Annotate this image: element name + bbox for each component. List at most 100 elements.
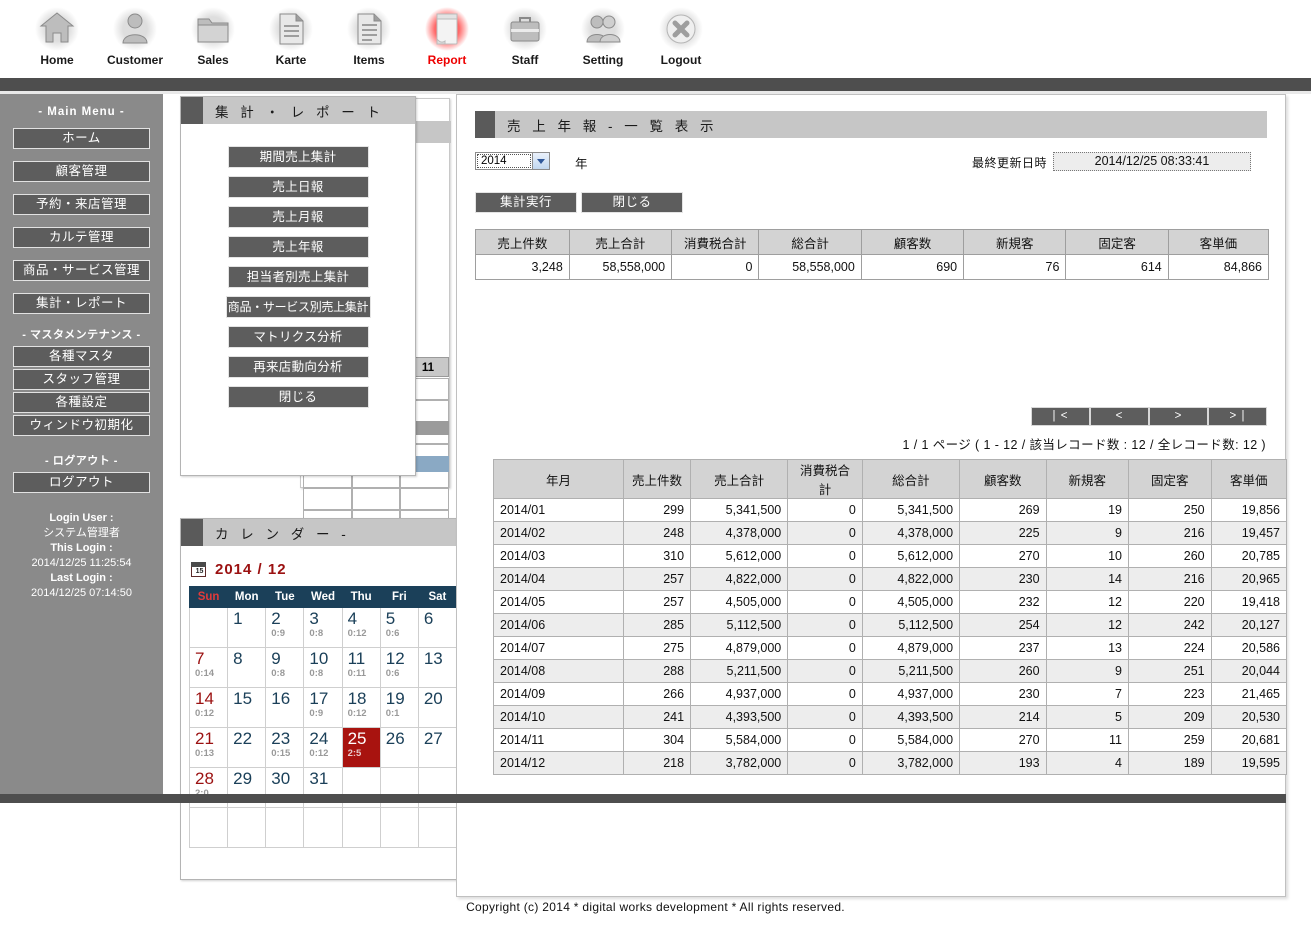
calendar-day-number: 18	[347, 689, 367, 708]
calendar-day-cell[interactable]: 16	[265, 687, 305, 728]
nav-item-sales[interactable]: Sales	[174, 0, 252, 67]
table-row[interactable]: 2014/09 266 4,937,000 0 4,937,000 230 7 223 21,4…	[493, 682, 1288, 706]
page-first-button[interactable]: | <	[1031, 407, 1090, 426]
calendar-day-cell[interactable]: 12 0:6	[379, 647, 419, 688]
report-menu-button-5[interactable]: 担当者別売上集計	[227, 266, 369, 288]
sidebar-item-3[interactable]: 予約・来店管理	[13, 194, 150, 215]
calendar-day-cell[interactable]: 23 0:15	[265, 727, 305, 768]
table-row[interactable]: 2014/06 285 5,112,500 0 5,112,500 254 12 242 20,…	[493, 613, 1288, 637]
calendar-day-cell[interactable]: 2 0:9	[265, 607, 305, 648]
calendar-day-cell[interactable]: 21 0:13	[188, 727, 229, 768]
detail-cell: 20,965	[1210, 567, 1288, 591]
calendar-toolbar: 2014 / 12	[189, 556, 469, 582]
nav-item-karte[interactable]: Karte	[252, 0, 330, 67]
table-row[interactable]: 2014/10 241 4,393,500 0 4,393,500 214 5 209 20,5…	[493, 705, 1288, 729]
detail-cell: 0	[787, 590, 863, 614]
calendar-day-cell[interactable]: 1	[227, 607, 267, 648]
calendar-day-cell[interactable]: 25 2:5	[341, 727, 381, 768]
nav-item-customer[interactable]: Customer	[96, 0, 174, 67]
calendar-day-cell[interactable]: 24 0:12	[303, 727, 343, 768]
page-next-button[interactable]: >	[1149, 407, 1208, 426]
sidebar-master-item-1[interactable]: 各種マスタ	[13, 346, 150, 367]
detail-cell: 251	[1127, 659, 1212, 683]
nav-item-home[interactable]: Home	[18, 0, 96, 67]
table-row[interactable]: 2014/11 304 5,584,000 0 5,584,000 270 11 259 20,…	[493, 728, 1288, 752]
calendar-day-cell[interactable]	[303, 807, 343, 848]
nav-item-items[interactable]: Items	[330, 0, 408, 67]
sidebar-master-item-2[interactable]: スタッフ管理	[13, 369, 150, 390]
calendar-day-cell[interactable]: 18 0:12	[341, 687, 381, 728]
table-row[interactable]: 2014/03 310 5,612,000 0 5,612,000 270 10 260 20,…	[493, 544, 1288, 568]
calendar-day-cell[interactable]: 20	[417, 687, 458, 728]
table-row[interactable]: 2014/05 257 4,505,000 0 4,505,000 232 12 220 19,…	[493, 590, 1288, 614]
calendar-day-number: 17	[309, 689, 329, 708]
calendar-day-cell[interactable]	[379, 807, 419, 848]
sidebar-item-5[interactable]: 商品・サービス管理	[13, 260, 150, 281]
sidebar-item-6[interactable]: 集計・レポート	[13, 293, 150, 314]
calendar-day-cell[interactable]: 6	[417, 607, 458, 648]
calendar-day-cell[interactable]: 14 0:12	[188, 687, 229, 728]
calendar-day-cell[interactable]	[341, 807, 381, 848]
table-row[interactable]: 2014/08 288 5,211,500 0 5,211,500 260 9 251 20,0…	[493, 659, 1288, 683]
detail-cell: 250	[1127, 498, 1212, 522]
calendar-day-cell[interactable]: 7 0:14	[188, 647, 229, 688]
year-select[interactable]: 2014	[475, 152, 550, 170]
calendar-day-cell[interactable]	[265, 807, 305, 848]
calendar-day-cell[interactable]: 8	[227, 647, 267, 688]
calendar-day-cell[interactable]: 13	[417, 647, 458, 688]
calendar-day-cell[interactable]: 17 0:9	[303, 687, 343, 728]
run-aggregation-button[interactable]: 集計実行	[475, 192, 577, 213]
calendar-day-cell[interactable]: 15	[227, 687, 267, 728]
calendar-day-cell[interactable]: 9 0:8	[265, 647, 305, 688]
report-menu-button-6[interactable]: 商品・サービス別売上集計	[225, 296, 371, 318]
table-row[interactable]: 2014/02 248 4,378,000 0 4,378,000 225 9 216 19,4…	[493, 521, 1288, 545]
detail-header-1: 年月	[493, 459, 624, 499]
calendar-day-cell[interactable]: 22	[227, 727, 267, 768]
report-menu-button-7[interactable]: マトリクス分析	[227, 326, 369, 348]
calendar-day-cell[interactable]: 27	[417, 727, 458, 768]
report-scroll-icon	[424, 6, 470, 52]
table-row[interactable]: 2014/12 218 3,782,000 0 3,782,000 193 4 189 19,5…	[493, 751, 1288, 775]
calendar-day-cell[interactable]: 26	[379, 727, 419, 768]
calendar-day-cell[interactable]: 10 0:8	[303, 647, 343, 688]
close-report-button[interactable]: 閉じる	[581, 192, 683, 213]
table-row[interactable]: 2014/07 275 4,879,000 0 4,879,000 237 13 224 20,…	[493, 636, 1288, 660]
report-menu-button-3[interactable]: 売上月報	[227, 206, 369, 228]
table-row[interactable]: 2014/01 299 5,341,500 0 5,341,500 269 19 250 19,…	[493, 498, 1288, 522]
page-prev-button[interactable]: <	[1090, 407, 1149, 426]
calendar-day-cell[interactable]: 11 0:11	[341, 647, 381, 688]
calendar-day-cell[interactable]	[227, 807, 267, 848]
nav-item-label: Items	[353, 53, 385, 67]
calendar-day-number: 23	[271, 729, 291, 748]
sidebar-item-logout[interactable]: ログアウト	[13, 472, 150, 493]
calendar-day-cell[interactable]	[188, 607, 229, 648]
nav-item-label: Customer	[106, 53, 163, 67]
table-row[interactable]: 2014/04 257 4,822,000 0 4,822,000 230 14 216 20,…	[493, 567, 1288, 591]
calendar-day-cell[interactable]: 4 0:12	[341, 607, 381, 648]
report-menu-button-2[interactable]: 売上日報	[227, 176, 369, 198]
calendar-day-number: 21	[195, 729, 214, 748]
report-menu-button-9[interactable]: 閉じる	[227, 386, 369, 408]
calendar-day-cell[interactable]	[417, 807, 458, 848]
sidebar-master-item-4[interactable]: ウィンドウ初期化	[13, 415, 150, 436]
chevron-down-icon[interactable]	[532, 153, 549, 169]
sidebar-item-4[interactable]: カルテ管理	[13, 227, 150, 248]
report-menu-button-4[interactable]: 売上年報	[227, 236, 369, 258]
report-menu-button-8[interactable]: 再来店動向分析	[227, 356, 369, 378]
nav-item-report[interactable]: Report	[408, 0, 486, 67]
detail-header-5: 総合計	[861, 459, 961, 499]
sidebar-master-item-3[interactable]: 各種設定	[13, 392, 150, 413]
nav-item-logout[interactable]: Logout	[642, 0, 720, 67]
nav-item-setting[interactable]: Setting	[564, 0, 642, 67]
report-menu-window: 集 計 ・ レ ポ ー ト 期間売上集計 売上日報 売上月報 売上年報 担当者別売上集計…	[180, 96, 416, 476]
report-menu-button-1[interactable]: 期間売上集計	[227, 146, 369, 168]
nav-item-staff[interactable]: Staff	[486, 0, 564, 67]
calendar-day-cell[interactable]	[188, 807, 229, 848]
calendar-day-cell[interactable]: 5 0:6	[379, 607, 419, 648]
calendar-day-cell[interactable]: 3 0:8	[303, 607, 343, 648]
detail-cell: 275	[622, 636, 692, 660]
sidebar-item-1[interactable]: ホーム	[13, 128, 150, 149]
page-last-button[interactable]: > |	[1208, 407, 1267, 426]
sidebar-item-2[interactable]: 顧客管理	[13, 161, 150, 182]
calendar-day-cell[interactable]: 19 0:1	[379, 687, 419, 728]
